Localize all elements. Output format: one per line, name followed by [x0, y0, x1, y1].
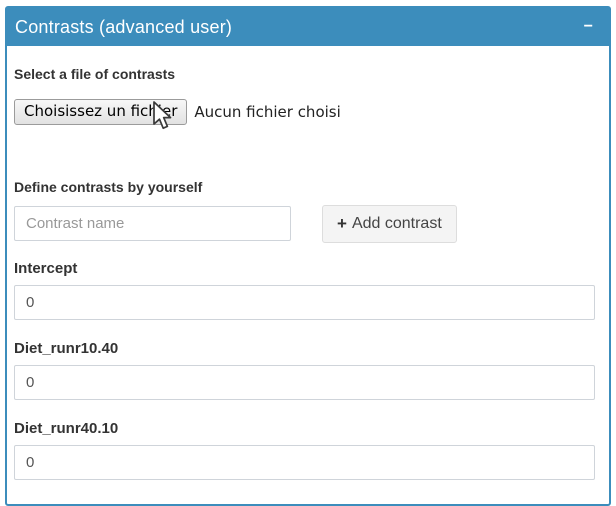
- define-section-label: Define contrasts by yourself: [14, 179, 595, 195]
- file-status-text: Aucun fichier choisi: [194, 103, 340, 121]
- add-contrast-label: Add contrast: [352, 215, 442, 233]
- collapse-button[interactable]: −: [580, 17, 597, 37]
- choose-file-button[interactable]: Choisissez un fichier: [14, 99, 187, 125]
- panel-body: Select a file of contrasts Choisissez un…: [7, 46, 609, 490]
- plus-icon: +: [337, 214, 347, 234]
- define-row: + Add contrast: [14, 206, 595, 243]
- contrast-value-input-diet-runr10-40[interactable]: [14, 365, 595, 400]
- contrast-field-label-diet-runr40-10: Diet_runr40.10: [14, 421, 595, 437]
- panel-title: Contrasts (advanced user): [15, 17, 232, 38]
- minus-icon: −: [584, 18, 593, 35]
- file-input: Choisissez un fichier Aucun fichier choi…: [14, 99, 595, 125]
- contrast-field-label-intercept: Intercept: [14, 261, 595, 277]
- contrast-name-input[interactable]: [14, 206, 291, 241]
- contrast-value-input-diet-runr40-10[interactable]: [14, 445, 595, 480]
- file-section-label: Select a file of contrasts: [14, 66, 595, 82]
- contrast-field-label-diet-runr10-40: Diet_runr10.40: [14, 341, 595, 357]
- add-contrast-button[interactable]: + Add contrast: [322, 205, 457, 243]
- contrasts-panel: Contrasts (advanced user) − Select a fil…: [5, 6, 611, 506]
- contrast-value-input-intercept[interactable]: [14, 285, 595, 320]
- panel-header: Contrasts (advanced user) −: [7, 8, 609, 46]
